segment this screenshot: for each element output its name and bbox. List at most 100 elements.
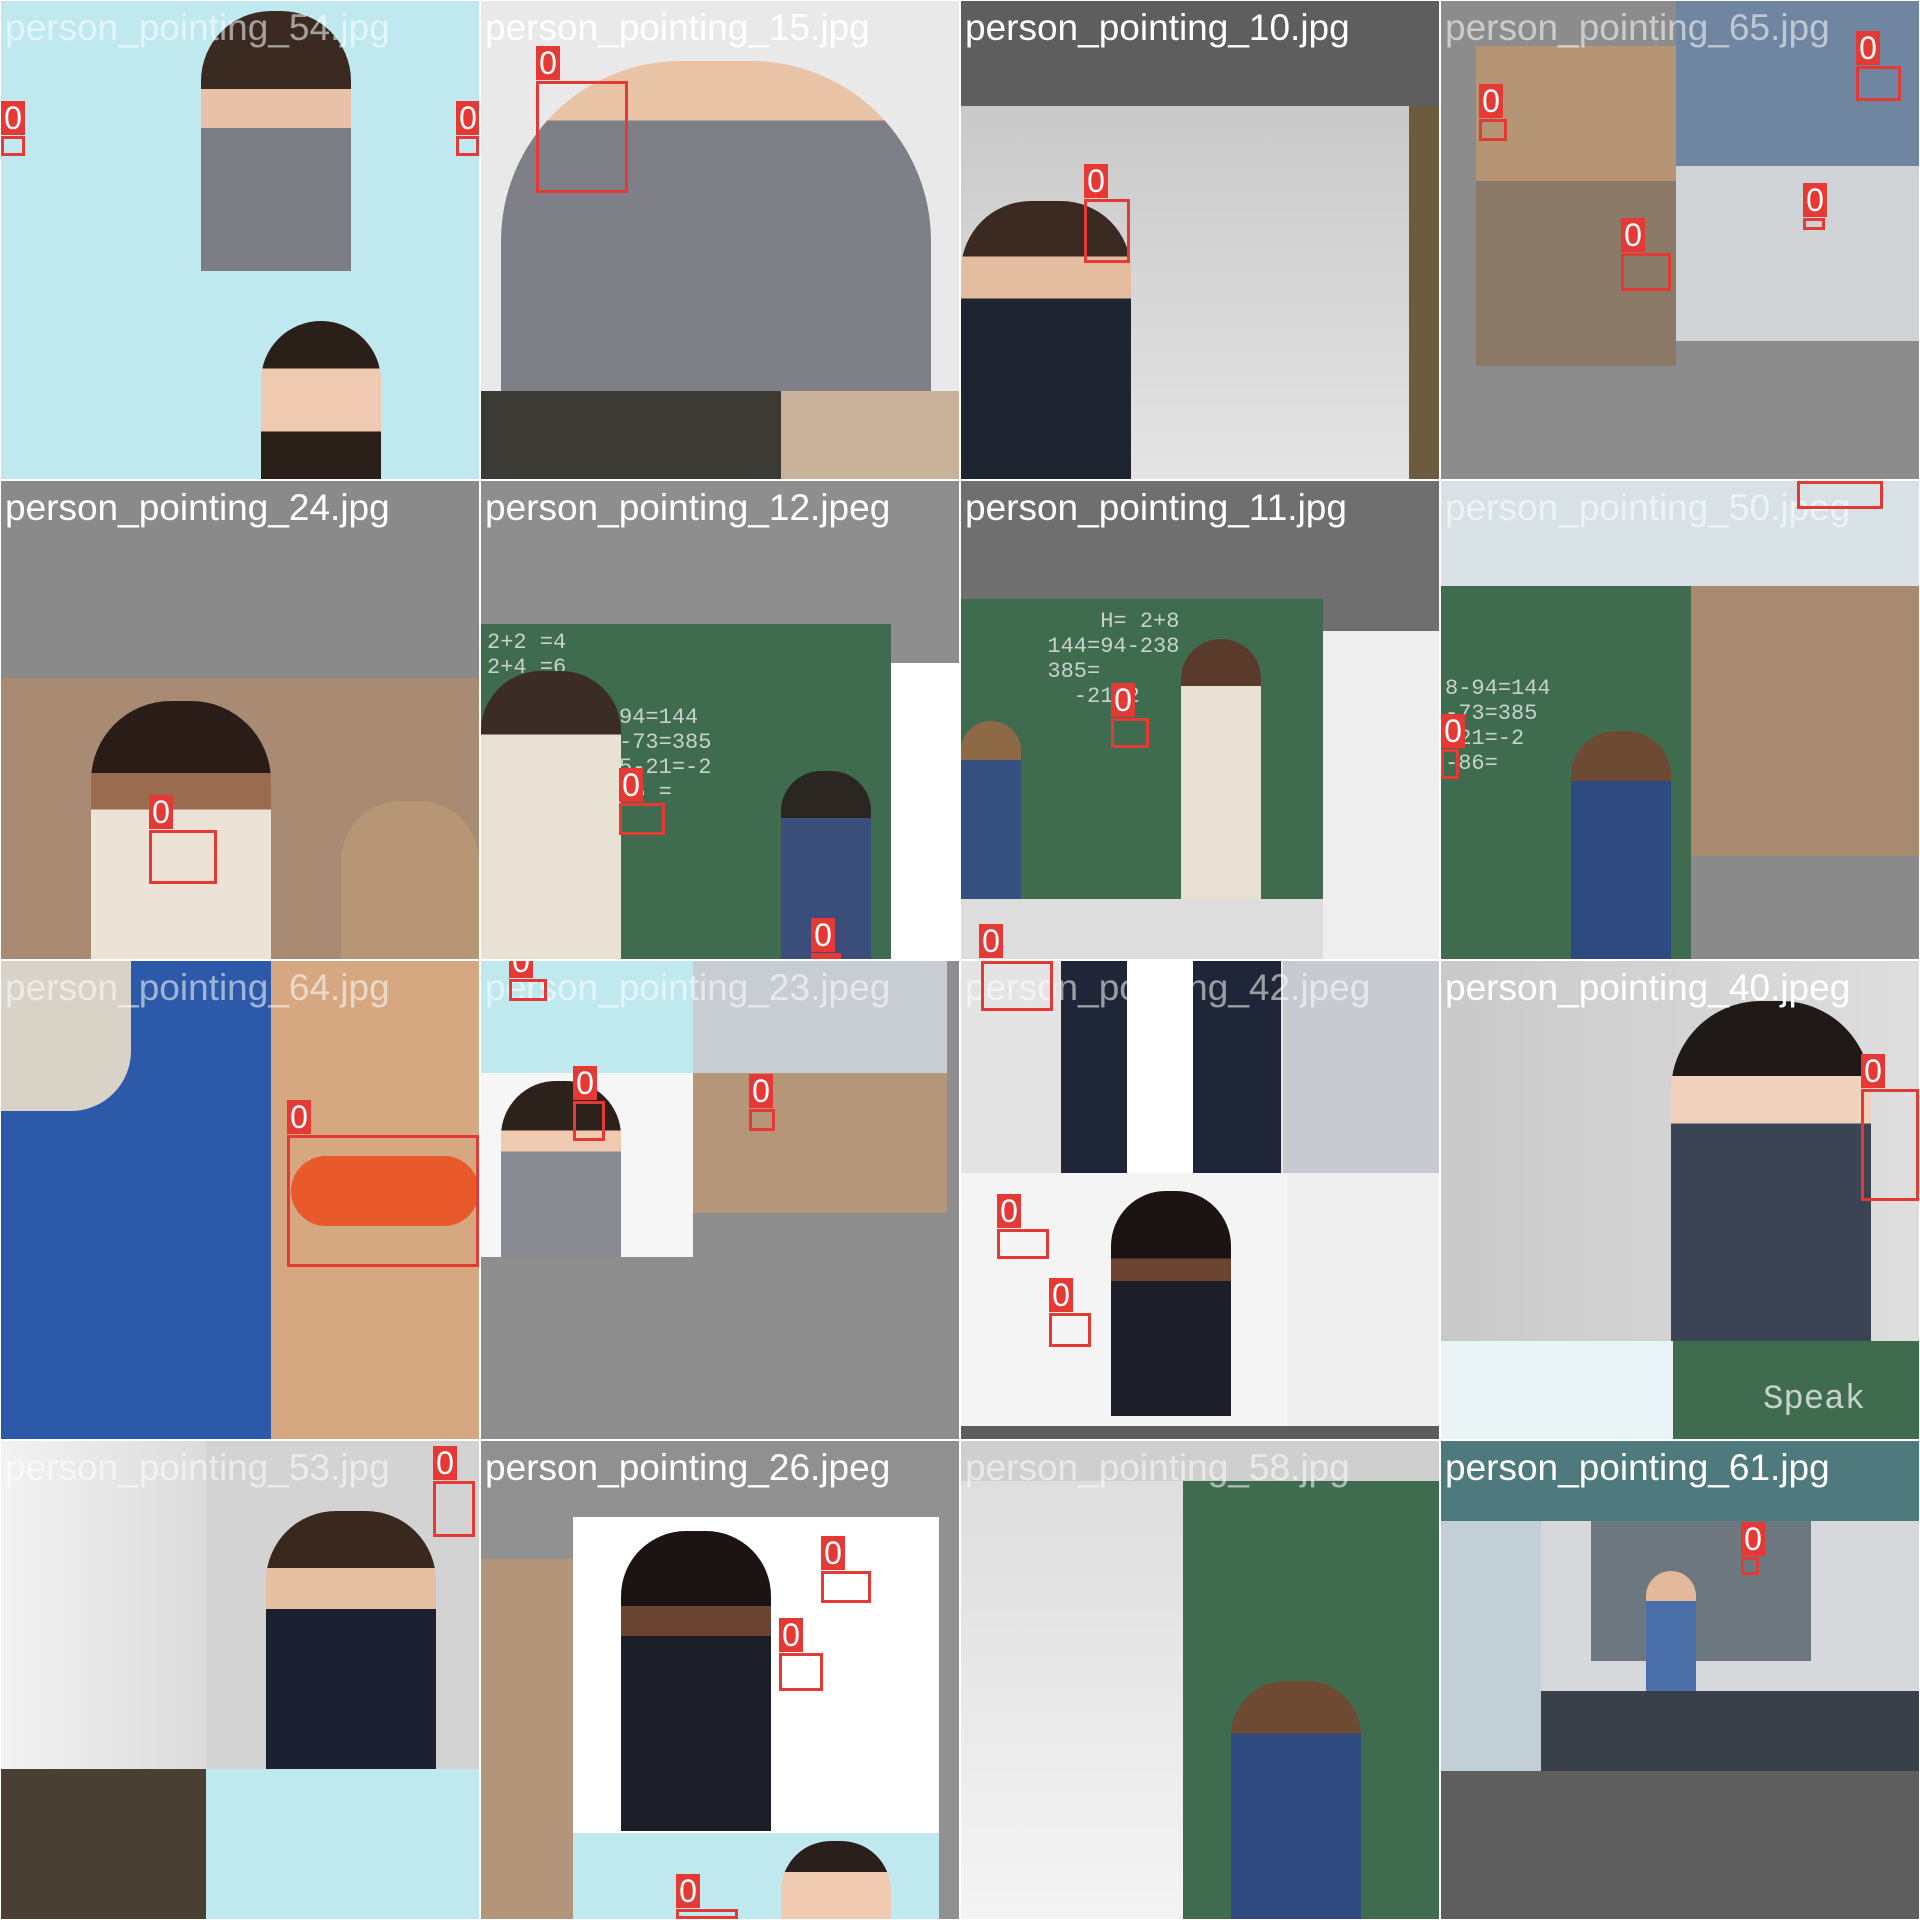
image-mosaic: person_pointing_54.jpg 0 0 person_pointi…	[0, 0, 1920, 1920]
photo-classroom	[1676, 166, 1919, 341]
box-class-label: 0	[1621, 218, 1645, 252]
detection-box: 0	[1479, 84, 1507, 141]
tile-person-pointing-12: 2+2 =4 2+4 =6 238-94=144 =86 58-73=385 1…	[481, 481, 959, 959]
detection-box: 0	[1797, 481, 1883, 509]
image-filename: person_pointing_15.jpg	[485, 7, 870, 48]
detection-box: 0	[749, 1074, 775, 1131]
detection-box: 0	[456, 101, 479, 156]
image-filename: person_pointing_11.jpg	[965, 487, 1347, 528]
detection-box: 0	[1, 101, 25, 156]
tile-person-pointing-10: person_pointing_10.jpg 0	[961, 1, 1439, 479]
box-class-label: 0	[1049, 1278, 1073, 1312]
image-filename: person_pointing_50.jpeg	[1445, 487, 1851, 528]
detection-box: 0	[149, 795, 217, 884]
box-class-label: 0	[821, 1536, 845, 1570]
detection-box: 0	[536, 46, 628, 193]
detection-box: 0	[981, 961, 1053, 1011]
detection-box: 0	[1741, 1522, 1765, 1575]
texture-strip	[781, 391, 959, 479]
tile-person-pointing-64: person_pointing_64.jpg 0	[1, 961, 479, 1439]
white-photo-2	[1287, 1173, 1439, 1426]
chalk-writing: Speak	[1763, 1381, 1866, 1419]
detection-box: 0	[1803, 183, 1827, 230]
image-filename: person_pointing_61.jpg	[1445, 1447, 1830, 1488]
box-class-label: 0	[1, 101, 25, 135]
tile-person-pointing-65: person_pointing_65.jpg 0 0 0 0	[1441, 1, 1919, 479]
detection-box: 0	[779, 1618, 823, 1691]
woman-figure-2	[261, 321, 381, 479]
tile-person-pointing-61: person_pointing_61.jpg 0	[1441, 1441, 1919, 1919]
box-class-label: 0	[1803, 183, 1827, 217]
image-filename: person_pointing_54.jpg	[5, 7, 390, 48]
detection-box: 0	[1049, 1278, 1091, 1347]
box-class-label: 0	[536, 46, 560, 80]
image-filename: person_pointing_24.jpg	[5, 487, 390, 528]
detection-box: 0	[997, 1194, 1049, 1259]
box-class-label: 0	[1084, 164, 1108, 198]
detection-box: 0	[287, 1100, 479, 1267]
box-class-label: 0	[509, 961, 533, 978]
cyan-photo	[206, 1769, 479, 1919]
image-filename: person_pointing_26.jpeg	[485, 1447, 891, 1488]
woman-figure	[1111, 1191, 1231, 1416]
white-wall	[961, 1481, 1183, 1919]
box-class-label: 0	[1479, 84, 1503, 118]
box-class-label: 0	[1856, 31, 1880, 65]
woman-figure	[621, 1531, 771, 1831]
detection-box: 0	[619, 768, 665, 835]
box-class-label: 0	[1861, 1054, 1885, 1088]
box-class-label: 0	[979, 924, 1003, 958]
detection-box: 0	[821, 1536, 871, 1603]
tile-person-pointing-42: person_pointing_42.jpeg 0 0 0 0	[961, 961, 1439, 1439]
box-class-label: 0	[573, 1066, 597, 1100]
box-class-label: 0	[749, 1074, 773, 1108]
detection-box: 0	[811, 918, 841, 959]
white-wall	[1, 1441, 206, 1769]
woman-figure	[201, 11, 351, 271]
tile-person-pointing-15: person_pointing_15.jpg 0	[481, 1, 959, 479]
detection-box: 0	[509, 961, 547, 1001]
street-photo	[481, 1559, 573, 1919]
boy-figure	[1571, 731, 1671, 959]
tile-person-pointing-40: Speak person_pointing_40.jpeg 0	[1441, 961, 1919, 1439]
tile-person-pointing-58: person_pointing_58.jpg	[961, 1441, 1439, 1919]
detection-box: 0	[1621, 218, 1671, 291]
box-class-label: 0	[433, 1446, 457, 1480]
man-figure	[341, 801, 479, 959]
box-class-label: 0	[779, 1618, 803, 1652]
woman-figure	[1671, 1001, 1871, 1341]
floor	[961, 899, 1323, 959]
box-class-label: 0	[619, 768, 643, 802]
woman-figure	[266, 1511, 436, 1769]
detection-box: 0	[1861, 1054, 1919, 1201]
detection-box: 0	[1084, 164, 1130, 263]
boy-figure	[1231, 1681, 1361, 1919]
white-wall	[1323, 631, 1439, 959]
tile-person-pointing-23: person_pointing_23.jpeg 0 0 0	[481, 961, 959, 1439]
teacher-figure	[1181, 639, 1261, 899]
box-class-label: 0	[456, 101, 479, 135]
box-class-label: 0	[811, 918, 835, 952]
tile-person-pointing-24: person_pointing_24.jpg 0	[1, 481, 479, 959]
image-filename: person_pointing_65.jpg	[1445, 7, 1830, 48]
tile-person-pointing-50: 8-94=144 -73=385 -21=-2 -86= person_poin…	[1441, 481, 1919, 959]
teacher-figure	[1646, 1571, 1696, 1691]
image-filename: person_pointing_12.jpeg	[485, 487, 891, 528]
man-photo	[1691, 586, 1919, 856]
tile-person-pointing-54: person_pointing_54.jpg 0 0	[1, 1, 479, 479]
box-class-label: 0	[1441, 714, 1465, 748]
box-class-label: 0	[287, 1100, 311, 1134]
tile-person-pointing-11: H= 2+8 144=94-238 385= -21=2 person_poin…	[961, 481, 1439, 959]
image-filename: person_pointing_40.jpeg	[1445, 967, 1851, 1008]
chalkboard: Speak	[1673, 1341, 1919, 1439]
doorframe	[1409, 106, 1439, 479]
detection-box: 0	[1111, 683, 1149, 748]
image-filename: person_pointing_58.jpg	[965, 1447, 1350, 1488]
box-class-label: 0	[676, 1874, 700, 1908]
image-filename: person_pointing_64.jpg	[5, 967, 390, 1008]
chalk-writing: H= 2+8 144=94-238 385= -21=2	[1047, 609, 1180, 709]
photo-street-1	[1476, 46, 1676, 181]
light-photo	[1441, 1341, 1673, 1439]
boy-figure	[961, 721, 1021, 899]
detection-box: 0	[1441, 714, 1465, 779]
